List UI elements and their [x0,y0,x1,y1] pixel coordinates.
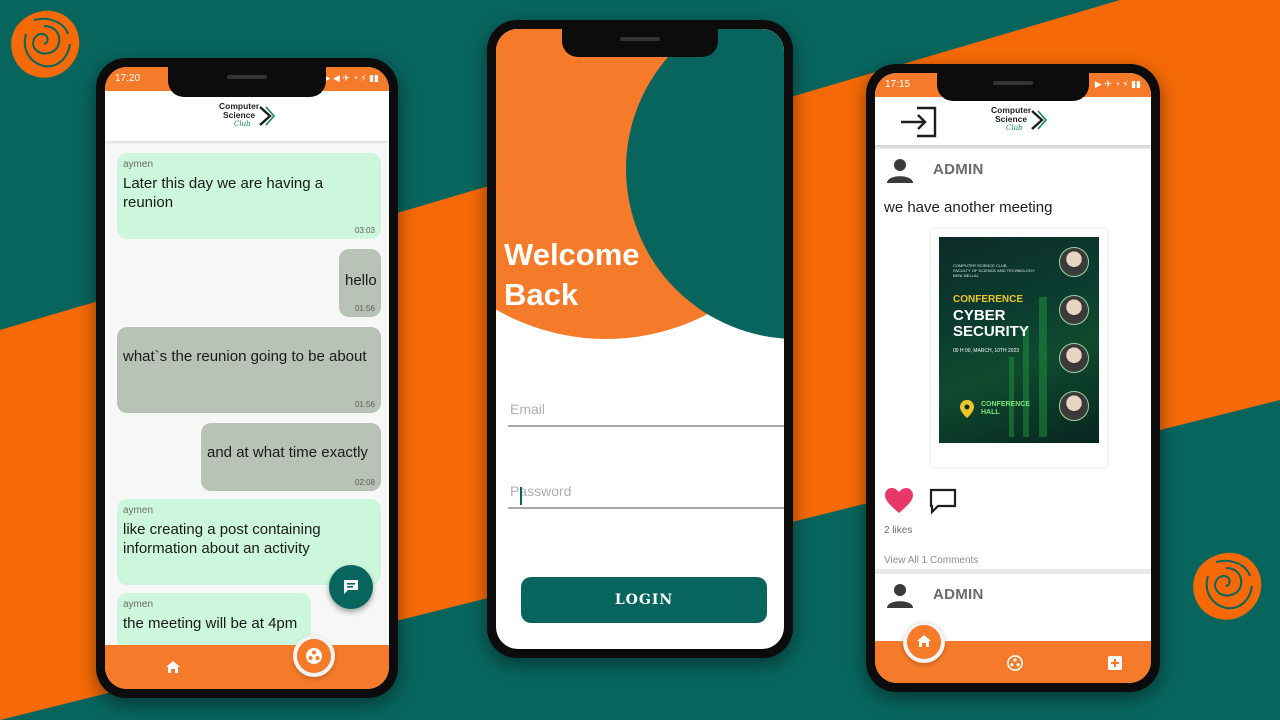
poster-title: CYBER SECURITY [953,307,1029,340]
message-text: and at what time exactly [207,444,368,461]
login-header-shapes [496,29,784,369]
bottom-navigation [105,645,389,689]
new-message-button[interactable] [329,565,373,609]
message-bubble[interactable]: and at what time exactly 02:08 [201,423,381,491]
message-bubble[interactable]: what`s the reunion going to be about 01:… [117,327,381,413]
message-time: 02:08 [354,478,375,487]
speaker-photo [1059,295,1089,325]
post-image[interactable]: COMPUTER SCIENCE CLUB FACULTY OF SCIENCE… [931,229,1107,467]
message-text: hello [345,272,377,289]
club-icon[interactable] [1007,655,1023,671]
speaker-photo [1059,343,1089,373]
message-sender: aymen [123,159,154,170]
message-text: what`s the reunion going to be about [123,348,367,365]
poster-header: COMPUTER SCIENCE CLUB FACULTY OF SCIENCE… [953,263,1036,278]
post-actions [884,487,958,520]
poster-date: 09 H 00, MARCH, 10TH 2023 [953,348,1020,354]
feed-screen: 17:15 ▶ ✈ ◔ ⚡ ▮▮ Computer Science Club A… [875,73,1151,683]
message-icon [344,580,358,594]
message-time: 01:56 [354,400,375,409]
conference-poster: COMPUTER SCIENCE CLUB FACULTY OF SCIENCE… [939,237,1099,443]
message-text: like creating a post containing informat… [123,521,321,557]
home-icon [917,635,931,647]
chat-phone: 17:20 ▶ ◀ ✈ ◔ ⚡ ▮▮ Computer Science Club… [96,58,398,698]
phone-notch [562,29,718,57]
club-nav-button[interactable] [293,635,335,677]
password-field[interactable] [508,469,784,509]
speaker-photo [1059,391,1089,421]
heart-icon[interactable] [884,487,914,515]
status-time: 17:20 [115,73,141,84]
login-screen: Welcome Back LOGIN [496,29,784,649]
message-time: 03:03 [354,226,375,235]
location-pin-icon [960,400,974,418]
login-phone: Welcome Back LOGIN [487,20,793,658]
chat-screen: 17:20 ▶ ◀ ✈ ◔ ⚡ ▮▮ Computer Science Club… [105,67,389,689]
user-avatar-icon[interactable] [885,155,915,185]
status-time: 17:15 [885,79,911,90]
email-field[interactable] [508,387,784,427]
club-icon [306,648,322,664]
speaker-photo [1059,247,1089,277]
message-bubble[interactable]: hello 01:56 [339,249,381,317]
message-text: the meeting will be at 4pm [123,615,298,632]
chat-app-bar: Computer Science Club [105,91,389,141]
phone-notch [937,73,1089,101]
rose-decoration-icon [1193,552,1262,620]
club-logo: Computer Science Club [991,105,1047,135]
poster-kicker: CONFERENCE [953,294,1024,305]
logout-icon[interactable] [899,105,939,139]
feed-app-bar: Computer Science Club [875,97,1151,145]
feed-phone: 17:15 ▶ ✈ ◔ ⚡ ▮▮ Computer Science Club A… [866,64,1160,692]
post-header: ADMIN [875,574,1151,614]
poster-hall: CONFERENCE HALL [981,401,1031,416]
post-text: we have another meeting [884,199,1053,216]
logo-mark-icon [259,106,275,126]
user-avatar-icon[interactable] [885,580,915,610]
home-icon[interactable] [165,659,181,675]
phone-notch [168,67,326,97]
message-bubble[interactable]: aymen the meeting will be at 4pm [117,593,311,645]
club-logo: Computer Science Club [219,101,275,131]
welcome-heading: Welcome Back [504,237,640,312]
message-sender: aymen [123,599,154,610]
text-cursor [520,487,522,505]
rose-decoration-icon [11,10,80,78]
home-nav-button[interactable] [903,621,945,663]
login-button[interactable]: LOGIN [521,577,767,623]
status-icons: ▶ ✈ ◔ ⚡ ▮▮ [1094,79,1141,89]
logo-mark-icon [1031,110,1047,130]
view-comments-link[interactable]: View All 1 Comments [884,555,978,566]
comment-icon[interactable] [928,487,958,515]
status-icons: ▶ ◀ ✈ ◔ ⚡ ▮▮ [323,73,379,83]
post-author[interactable]: ADMIN [933,161,984,178]
add-icon[interactable] [1107,655,1123,671]
post-header: ADMIN [875,149,1151,189]
message-time: 01:56 [354,304,375,313]
message-text: Later this day we are having a reunion [123,175,324,211]
likes-count[interactable]: 2 likes [884,525,912,536]
message-sender: aymen [123,505,154,516]
post-author[interactable]: ADMIN [933,586,984,603]
message-bubble[interactable]: aymen Later this day we are having a reu… [117,153,381,239]
